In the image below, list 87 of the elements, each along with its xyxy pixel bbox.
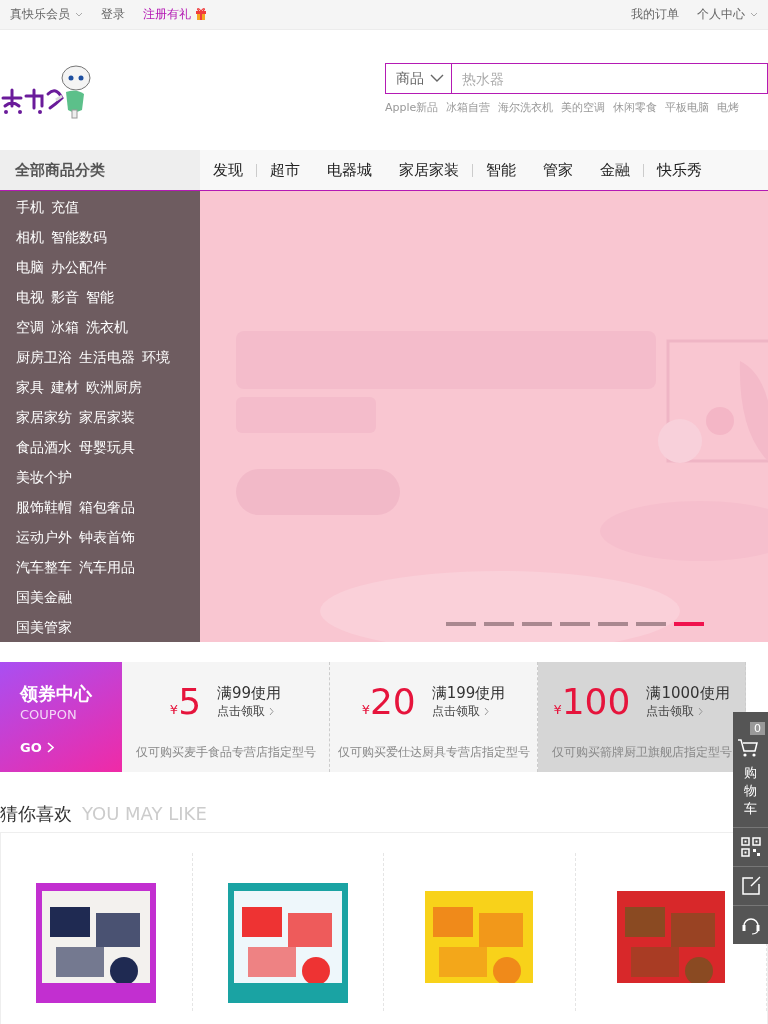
nav-link[interactable]: 快乐秀 (657, 160, 702, 180)
gift-icon (195, 6, 207, 20)
coupon-center-title: 领券中心 (20, 682, 93, 706)
cart-icon (736, 738, 759, 758)
search-field[interactable]: 商品 热水器 (385, 63, 768, 94)
nav-link[interactable]: 智能 (486, 160, 516, 180)
category-link[interactable]: 美妆个护 (16, 469, 72, 487)
chevron-right-icon (698, 707, 704, 716)
coupon-card[interactable]: ¥5 满99使用 点击领取 仅可购买麦手食品专营店指定型号 (122, 662, 330, 772)
category-link[interactable]: 国美金融 (16, 589, 72, 607)
carousel-indicator[interactable] (484, 622, 514, 626)
coupon-amount: 100 (561, 682, 631, 722)
coupon-condition: 满99使用 (217, 684, 282, 703)
category-link[interactable]: 电脑 (16, 259, 44, 277)
top-link[interactable]: 登录 (101, 6, 125, 23)
claim-link[interactable]: 点击领取 (646, 703, 730, 720)
nav-link[interactable]: 管家 (543, 160, 573, 180)
category-link[interactable]: 冰箱 (51, 319, 79, 337)
coupon-note: 仅可购买爱仕达厨具专营店指定型号 (337, 744, 530, 761)
currency-sign: ¥ (361, 702, 370, 717)
category-link[interactable]: 家居家装 (79, 409, 135, 427)
category-link[interactable]: 建材 (51, 379, 79, 397)
chevron-right-icon (46, 742, 54, 753)
currency-sign: ¥ (553, 702, 562, 717)
claim-link[interactable]: 点击领取 (217, 703, 282, 720)
nav-link[interactable]: 电器城 (327, 160, 372, 180)
carousel-indicator[interactable] (674, 622, 704, 626)
top-link[interactable]: 注册有礼 (143, 6, 191, 23)
carousel-indicator[interactable] (522, 622, 552, 626)
category-menu-title[interactable]: 全部商品分类 (0, 150, 200, 190)
nav-link[interactable]: 家居家装 (399, 160, 459, 180)
category-link[interactable]: 箱包奢品 (79, 499, 135, 517)
carousel-indicator[interactable] (598, 622, 628, 626)
category-link[interactable]: 国美管家 (16, 619, 72, 637)
chevron-right-icon (269, 707, 275, 716)
chevron-right-icon (483, 707, 489, 716)
coupon-amount: 20 (369, 682, 416, 722)
category-link[interactable]: 环境 (142, 349, 170, 367)
coupon-note: 仅可购买箭牌厨卫旗舰店指定型号 (551, 744, 732, 761)
go-link[interactable]: GO (20, 740, 122, 755)
category-link[interactable]: 家居家纺 (16, 409, 72, 427)
nav-link[interactable]: 发现 (213, 160, 243, 180)
qr-code-icon[interactable] (740, 836, 761, 857)
carousel-indicator[interactable] (446, 622, 476, 626)
top-link[interactable]: 个人中心 (697, 6, 745, 23)
top-link[interactable]: 我的订单 (631, 6, 679, 23)
coupon-condition: 满1000使用 (646, 684, 730, 703)
coupon-card[interactable]: ¥20 满199使用 点击领取 仅可购买爱仕达厨具专营店指定型号 (330, 662, 538, 772)
claim-link[interactable]: 点击领取 (431, 703, 506, 720)
category-link[interactable]: 充值 (51, 199, 79, 217)
category-link[interactable]: 服饰鞋帽 (16, 499, 72, 517)
category-link[interactable]: 汽车整车 (16, 559, 72, 577)
category-link[interactable]: 影音 (51, 289, 79, 307)
coupon-note: 仅可购买麦手食品专营店指定型号 (135, 744, 316, 761)
category-link[interactable]: 食品酒水 (16, 439, 72, 457)
category-link[interactable]: 厨房卫浴 (16, 349, 72, 367)
edit-icon[interactable] (740, 875, 761, 896)
chevron-down-icon (430, 74, 444, 83)
cart-count-badge: 0 (750, 722, 765, 735)
category-link[interactable]: 智能 (86, 289, 114, 307)
nav-link[interactable]: 金融 (600, 160, 630, 180)
top-link[interactable]: 真快乐会员 (10, 6, 70, 23)
nav-link[interactable]: 超市 (270, 160, 300, 180)
category-link[interactable]: 母婴玩具 (79, 439, 135, 457)
category-link[interactable]: 办公配件 (51, 259, 107, 277)
coupon-center-subtitle: COUPON (20, 707, 78, 722)
category-link[interactable]: 洗衣机 (86, 319, 128, 337)
carousel-indicator[interactable] (560, 622, 590, 626)
coupon-condition: 满199使用 (431, 684, 506, 703)
category-dropdown[interactable]: 商品 (386, 64, 452, 93)
category-link[interactable]: 汽车用品 (79, 559, 135, 577)
category-link[interactable]: 空调 (16, 319, 44, 337)
section-title: 猜你喜欢 (0, 802, 72, 826)
carousel-indicator[interactable] (636, 622, 666, 626)
currency-sign: ¥ (169, 702, 179, 717)
category-link[interactable]: 钟表首饰 (79, 529, 135, 547)
category-link[interactable]: 相机 (16, 229, 44, 247)
coupon-card[interactable]: ¥100 满1000使用 点击领取 仅可购买箭牌厨卫旗舰店指定型号 (538, 662, 746, 772)
category-link[interactable]: 手机 (16, 199, 44, 217)
category-link[interactable]: 电视 (16, 289, 44, 307)
coupon-center-banner[interactable]: 领券中心 COUPON GO (0, 662, 122, 772)
coupon-amount: 5 (178, 682, 202, 722)
category-link[interactable]: 运动户外 (16, 529, 72, 547)
category-link[interactable]: 智能数码 (51, 229, 107, 247)
category-link[interactable]: 家具 (16, 379, 44, 397)
category-link[interactable]: 生活电器 (79, 349, 135, 367)
category-link[interactable]: 欧洲厨房 (86, 379, 142, 397)
